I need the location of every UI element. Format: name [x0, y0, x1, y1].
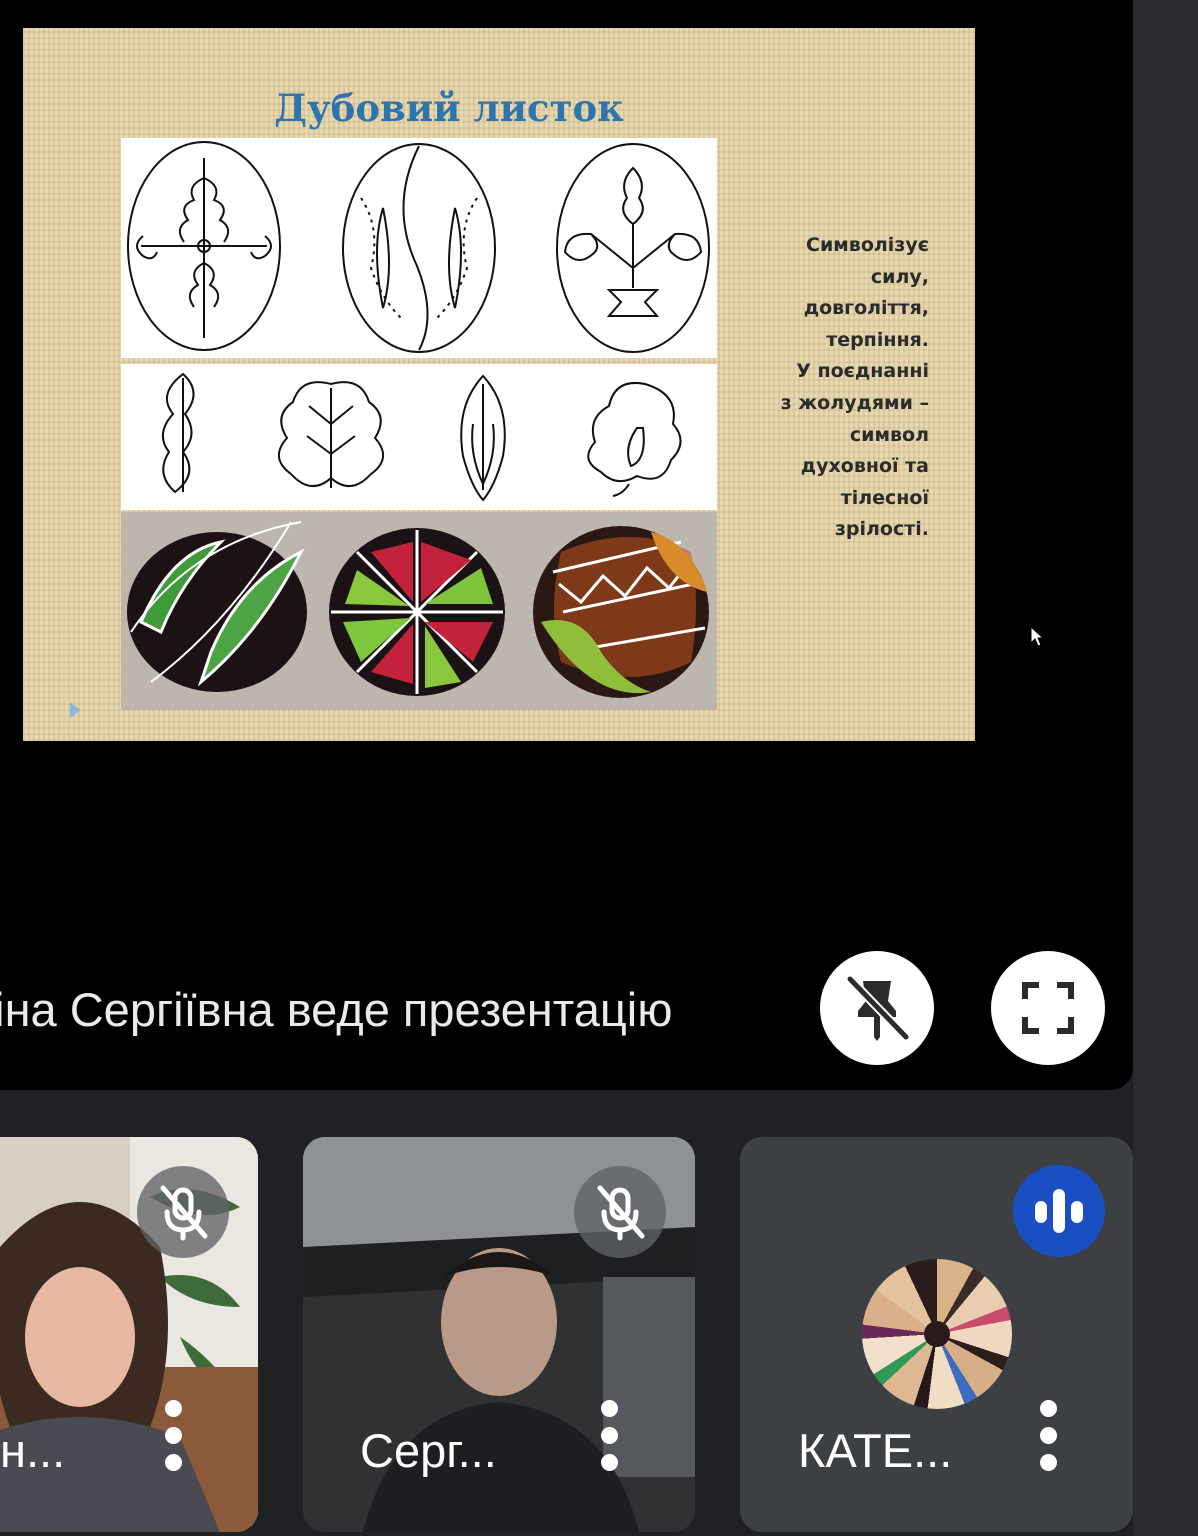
slide-image-egg-patterns: [121, 138, 717, 358]
audio-level-icon: [1035, 1189, 1083, 1233]
slide-image-leaf-motifs: [121, 364, 717, 510]
more-options-button[interactable]: [1038, 1400, 1058, 1472]
slide-photo-pysanky: [121, 512, 717, 710]
participant-name: КАТЕ...: [798, 1424, 953, 1477]
presentation-stage: Дубовий листок Символізує силу, довголіт…: [0, 0, 1133, 1090]
more-options-button[interactable]: [599, 1400, 619, 1472]
fullscreen-button[interactable]: [991, 951, 1105, 1065]
participant-name: н...: [0, 1424, 66, 1477]
avatar: [862, 1259, 1012, 1409]
unpin-button[interactable]: [820, 951, 934, 1065]
more-vert-icon: [600, 1400, 618, 1417]
mouse-cursor-icon: [1030, 626, 1045, 647]
slide-body-text: Символізує силу, довголіття, терпіння. У…: [780, 234, 929, 541]
participant-tile[interactable]: н...: [0, 1137, 258, 1532]
pin-off-icon: [845, 974, 911, 1042]
participant-tile[interactable]: Серг...: [303, 1137, 695, 1532]
mic-off-icon: [160, 1185, 208, 1241]
more-options-button[interactable]: [163, 1400, 183, 1472]
shared-slide: Дубовий листок Символізує силу, довголіт…: [23, 28, 975, 741]
participant-tile[interactable]: КАТЕ...: [740, 1137, 1133, 1532]
slide-title: Дубовий листок: [274, 86, 624, 130]
more-vert-icon: [164, 1400, 182, 1417]
more-vert-icon: [1039, 1400, 1057, 1417]
side-gutter: [1133, 0, 1198, 1536]
speaking-indicator: [1013, 1165, 1105, 1257]
mic-off-indicator: [137, 1166, 229, 1258]
mic-off-icon: [597, 1185, 645, 1241]
mic-off-indicator: [574, 1166, 666, 1258]
participant-name: Серг...: [360, 1424, 497, 1477]
presenting-status: ріна Сергіївна веде презентацію: [0, 983, 673, 1036]
fullscreen-icon: [1022, 982, 1074, 1034]
slide-play-icon: [70, 702, 81, 718]
